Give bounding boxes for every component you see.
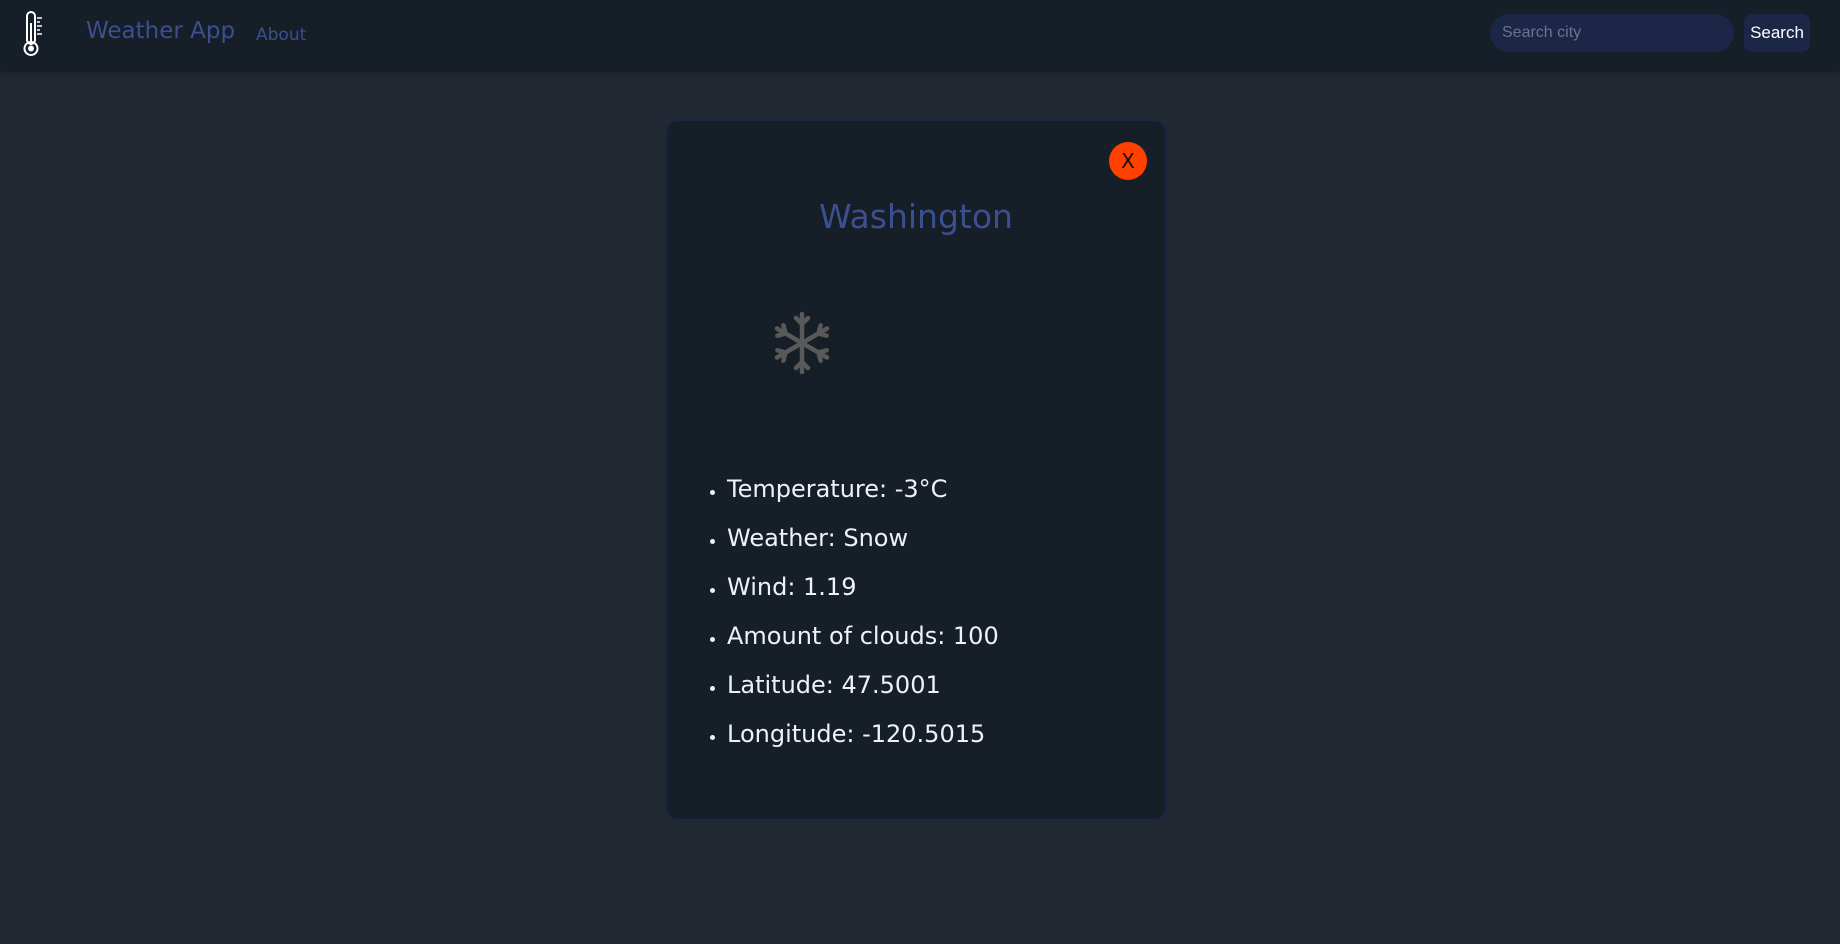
- weather-card: X Washington • Temperature: -3°C • Weath…: [665, 119, 1167, 821]
- detail-longitude: Longitude: -120.5015: [727, 710, 999, 759]
- detail-clouds: Amount of clouds: 100: [727, 612, 999, 661]
- city-name: Washington: [819, 197, 1013, 236]
- snowflake-icon: [772, 311, 832, 375]
- brand-link[interactable]: Weather App: [86, 18, 235, 44]
- search-button[interactable]: Search: [1744, 14, 1810, 52]
- search-input[interactable]: [1490, 14, 1734, 52]
- weather-details-list: Temperature: -3°C Weather: Snow Wind: 1.…: [701, 465, 999, 759]
- detail-temperature: Temperature: -3°C: [727, 465, 999, 514]
- navbar: Weather App About Search: [0, 0, 1840, 71]
- detail-latitude: Latitude: 47.5001: [727, 661, 999, 710]
- nav-link-about[interactable]: About: [256, 25, 306, 45]
- close-button[interactable]: X: [1109, 142, 1147, 180]
- thermometer-icon[interactable]: [22, 11, 44, 57]
- detail-weather: Weather: Snow: [727, 514, 999, 563]
- detail-wind: Wind: 1.19: [727, 563, 999, 612]
